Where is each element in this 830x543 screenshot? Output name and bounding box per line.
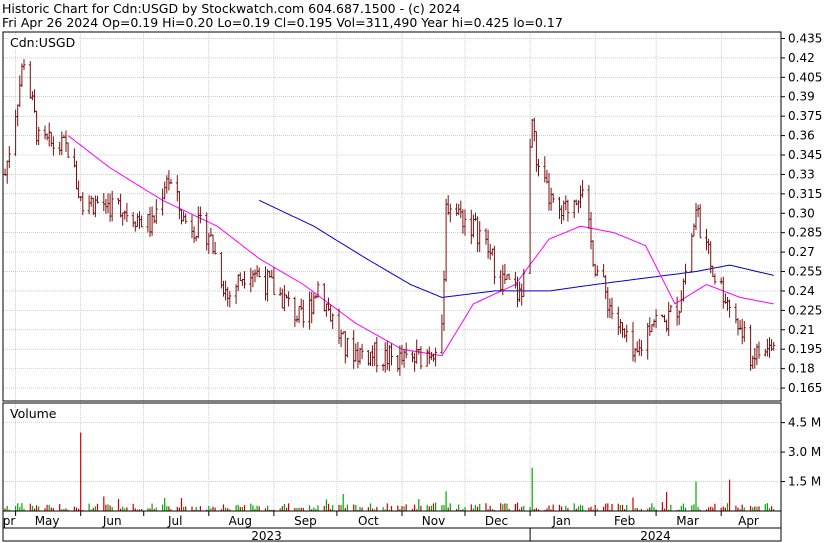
month-label: Aug	[229, 514, 252, 528]
price-tick-label: 0.435	[788, 31, 822, 45]
price-tick-label: 0.225	[788, 303, 822, 317]
month-label: Feb	[614, 514, 635, 528]
price-tick-label: 0.21	[788, 323, 815, 337]
year-label: 2024	[640, 529, 671, 543]
price-tick-label: 0.42	[788, 51, 815, 65]
month-label: Jul	[167, 514, 182, 528]
chart-summary: Fri Apr 26 2024 Op=0.19 Hi=0.20 Lo=0.19 …	[2, 15, 563, 30]
price-tick-label: 0.27	[788, 245, 815, 259]
month-label: May	[35, 514, 60, 528]
price-tick-label: 0.33	[788, 167, 815, 181]
month-label: pr	[3, 514, 16, 528]
price-tick-label: 0.375	[788, 109, 822, 123]
price-tick-label: 0.195	[788, 342, 822, 356]
price-tick-label: 0.255	[788, 265, 822, 279]
price-tick-label: 0.18	[788, 362, 815, 376]
stock-chart: Historic Chart for Cdn:USGD by Stockwatc…	[0, 0, 830, 543]
price-tick-label: 0.36	[788, 129, 815, 143]
month-label: Dec	[485, 514, 508, 528]
volume-tick-label: 4.5 M	[788, 416, 821, 430]
price-tick-label: 0.30	[788, 206, 815, 220]
volume-tick-label: 1.5 M	[788, 475, 821, 489]
month-label: Nov	[422, 514, 445, 528]
month-label: Apr	[738, 514, 759, 528]
month-label: Jan	[551, 514, 571, 528]
month-label: Jun	[102, 514, 122, 528]
volume-tick-label: 3.0 M	[788, 445, 821, 459]
price-tick-label: 0.315	[788, 187, 822, 201]
price-tick-label: 0.405	[788, 70, 822, 84]
chart-title: Historic Chart for Cdn:USGD by Stockwatc…	[2, 1, 461, 16]
price-tick-label: 0.39	[788, 90, 815, 104]
year-label: 2023	[251, 529, 282, 543]
symbol-label: Cdn:USGD	[10, 35, 75, 50]
month-label: Mar	[676, 514, 699, 528]
month-label: Sep	[294, 514, 317, 528]
volume-label: Volume	[10, 406, 57, 421]
price-tick-label: 0.285	[788, 226, 822, 240]
price-tick-label: 0.165	[788, 381, 822, 395]
month-label: Oct	[358, 514, 379, 528]
price-tick-label: 0.345	[788, 148, 822, 162]
volume-axis: 4.5 M 3.0 M 1.5 M	[781, 416, 821, 489]
price-tick-label: 0.24	[788, 284, 815, 298]
